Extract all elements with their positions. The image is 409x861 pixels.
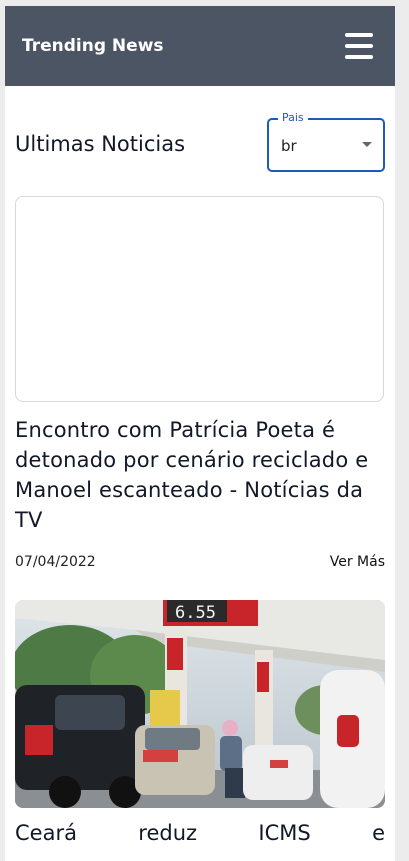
app-bar: Trending News: [5, 6, 395, 86]
price-display: 6.55: [175, 603, 216, 623]
country-select-value: br: [281, 137, 297, 155]
app-frame: Trending News Ultimas Noticias Pais br E…: [5, 6, 395, 861]
page-title: Ultimas Noticias: [15, 132, 186, 156]
read-more-link[interactable]: Ver Más: [330, 554, 385, 570]
menu-line: [345, 44, 373, 48]
article-date: 07/04/2022: [15, 554, 96, 570]
menu-line: [345, 55, 373, 59]
article-photo[interactable]: 6.55: [15, 600, 385, 808]
brand-title[interactable]: Trending News: [22, 36, 164, 56]
dropdown-caret-icon: [362, 142, 372, 147]
article-meta: 07/04/2022 Ver Más: [15, 554, 385, 576]
article-title[interactable]: Encontro com Patrícia Poeta é detonado p…: [15, 415, 385, 535]
country-select-label: Pais: [278, 111, 308, 124]
article-image-placeholder[interactable]: [15, 196, 384, 402]
article-title[interactable]: Ceará reduz ICMS e: [15, 818, 385, 848]
menu-line: [345, 33, 373, 37]
gas-station-photo: 6.55: [15, 600, 385, 808]
heading-row: Ultimas Noticias Pais br: [15, 111, 385, 174]
country-select[interactable]: Pais br: [267, 111, 385, 172]
hamburger-menu-icon[interactable]: [345, 33, 373, 59]
